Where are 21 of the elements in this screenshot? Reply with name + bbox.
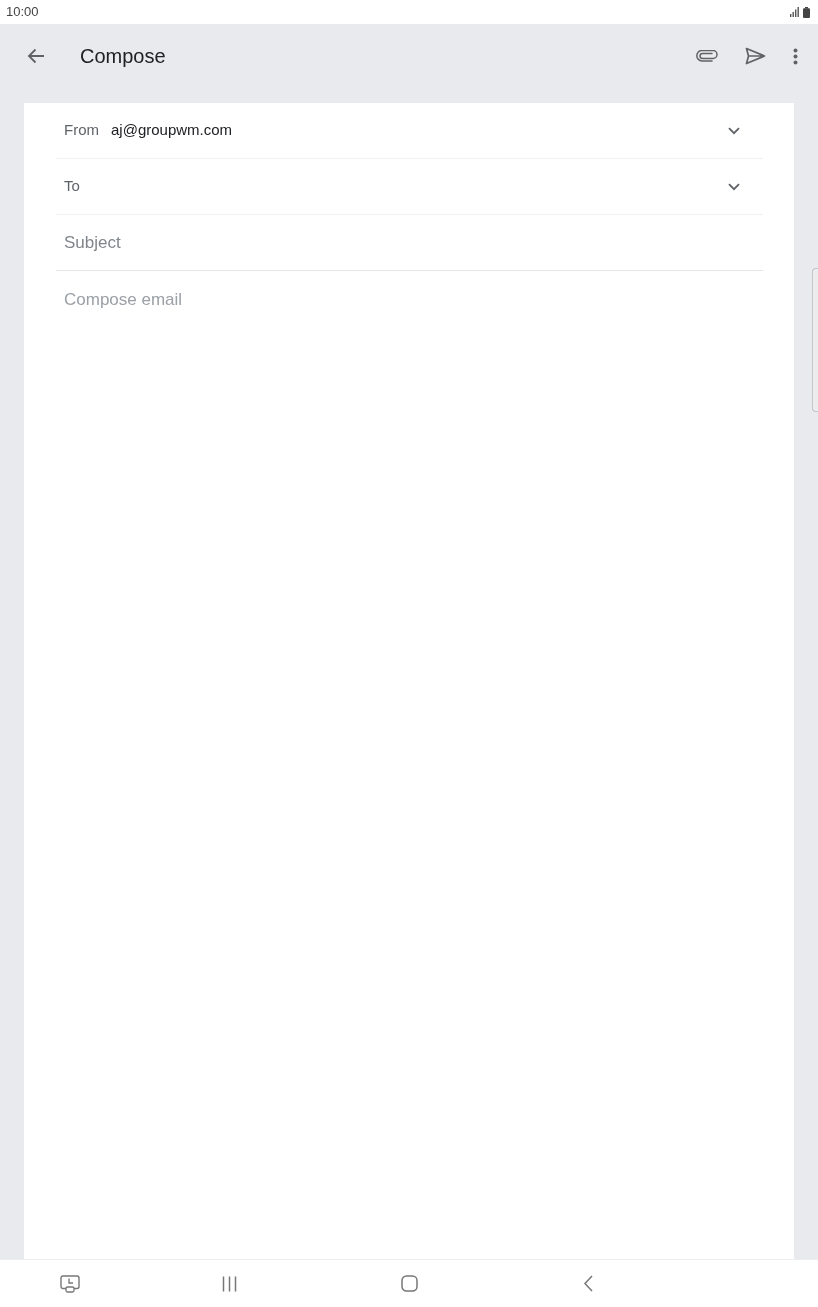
back-arrow-icon — [27, 48, 45, 64]
screen-time-button[interactable] — [59, 1272, 81, 1295]
home-button[interactable] — [399, 1272, 419, 1295]
battery-icon — [803, 6, 810, 18]
paperclip-icon — [696, 50, 718, 62]
from-label: From — [64, 120, 99, 141]
body-field[interactable]: Compose email — [56, 271, 763, 431]
back-chevron-icon — [583, 1275, 593, 1292]
chevron-down-icon — [728, 182, 740, 191]
send-icon — [744, 47, 766, 65]
subject-field[interactable]: Subject — [64, 227, 741, 258]
more-vert-icon — [792, 47, 798, 65]
chevron-down-icon — [728, 126, 740, 135]
status-time: 10:00 — [6, 3, 39, 21]
home-icon — [400, 1275, 418, 1292]
screen-title: Compose — [80, 44, 166, 69]
monitor-clock-icon — [60, 1274, 80, 1293]
recent-apps-icon — [221, 1275, 237, 1292]
signal-icon — [790, 7, 799, 17]
from-address[interactable]: aj@groupwm.com — [111, 119, 233, 142]
edge-panel-handle[interactable] — [812, 268, 818, 412]
